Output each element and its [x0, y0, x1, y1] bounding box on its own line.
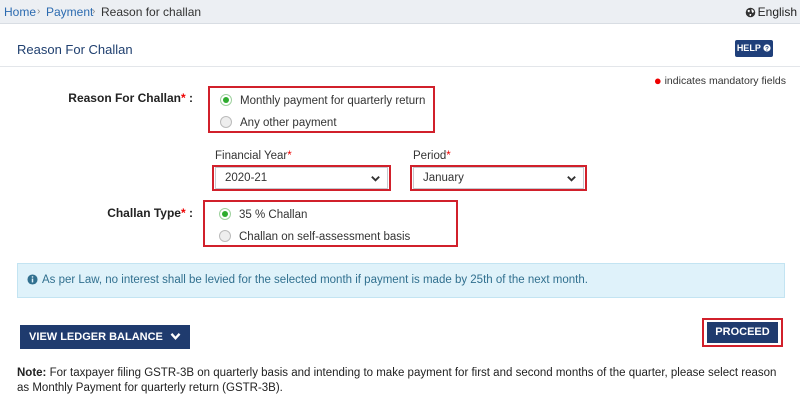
breadcrumb-current: Reason for challan [101, 5, 202, 19]
proceed-button[interactable]: PROCEED [707, 322, 778, 343]
financial-year-label: Financial Year* [215, 150, 292, 162]
view-ledger-balance-button[interactable]: VIEW LEDGER BALANCE [20, 325, 190, 349]
financial-year-select[interactable]: 2020-21 [215, 167, 388, 189]
language-label: English [757, 5, 797, 19]
mandatory-note: ● indicates mandatory fields [654, 73, 786, 88]
globe-icon [745, 7, 755, 18]
info-alert: As per Law, no interest shall be levied … [17, 263, 785, 298]
breadcrumb-home[interactable]: Home [4, 5, 36, 19]
note-body: For taxpayer filing GSTR-3B on quarterly… [17, 367, 777, 394]
breadcrumb-bar: Home › Payment › Reason for challan Engl… [0, 0, 800, 24]
breadcrumb-separator: › [37, 6, 41, 17]
ledger-button-label: VIEW LEDGER BALANCE [29, 331, 163, 343]
required-dot-icon: ● [653, 73, 662, 88]
radio-unselected-icon[interactable] [220, 116, 232, 128]
radio-selected-icon[interactable] [219, 208, 231, 220]
info-icon [27, 274, 38, 285]
info-text: As per Law, no interest shall be levied … [42, 274, 588, 286]
breadcrumb-payment[interactable]: Payment [46, 5, 93, 19]
svg-text:?: ? [765, 45, 769, 52]
reason-option-monthly[interactable]: Monthly payment for quarterly return [220, 94, 425, 107]
reason-option-label: Monthly payment for quarterly return [240, 95, 426, 107]
period-value: January [423, 172, 464, 184]
challan-option-label: 35 % Challan [239, 209, 308, 221]
breadcrumb-separator: › [92, 6, 96, 17]
help-button[interactable]: HELP ? [735, 40, 773, 57]
financial-year-value: 2020-21 [225, 172, 268, 184]
title-divider [0, 66, 800, 67]
language-selector[interactable]: English [745, 5, 797, 19]
challan-option-35[interactable]: 35 % Challan [219, 208, 307, 221]
page-title: Reason For Challan [17, 42, 133, 57]
chevron-down-icon [567, 176, 576, 182]
reason-label: Reason For Challan* : [68, 91, 193, 105]
challan-type-label: Challan Type* : [107, 206, 193, 220]
mandatory-text: indicates mandatory fields [664, 75, 786, 87]
radio-selected-icon[interactable] [220, 94, 232, 106]
note-text: Note: For taxpayer filing GSTR-3B on qua… [17, 366, 787, 396]
note-label: Note: [17, 367, 47, 379]
challan-option-self-assessment[interactable]: Challan on self-assessment basis [219, 230, 410, 243]
help-circle-icon: ? [763, 44, 771, 52]
period-label: Period* [413, 150, 451, 162]
challan-option-label: Challan on self-assessment basis [239, 231, 411, 243]
reason-option-label: Any other payment [240, 117, 337, 129]
help-label: HELP [736, 43, 761, 53]
chevron-down-icon [371, 176, 380, 182]
chevron-down-icon [170, 333, 181, 341]
period-select[interactable]: January [413, 167, 584, 189]
radio-unselected-icon[interactable] [219, 230, 231, 242]
reason-option-other[interactable]: Any other payment [220, 116, 337, 129]
